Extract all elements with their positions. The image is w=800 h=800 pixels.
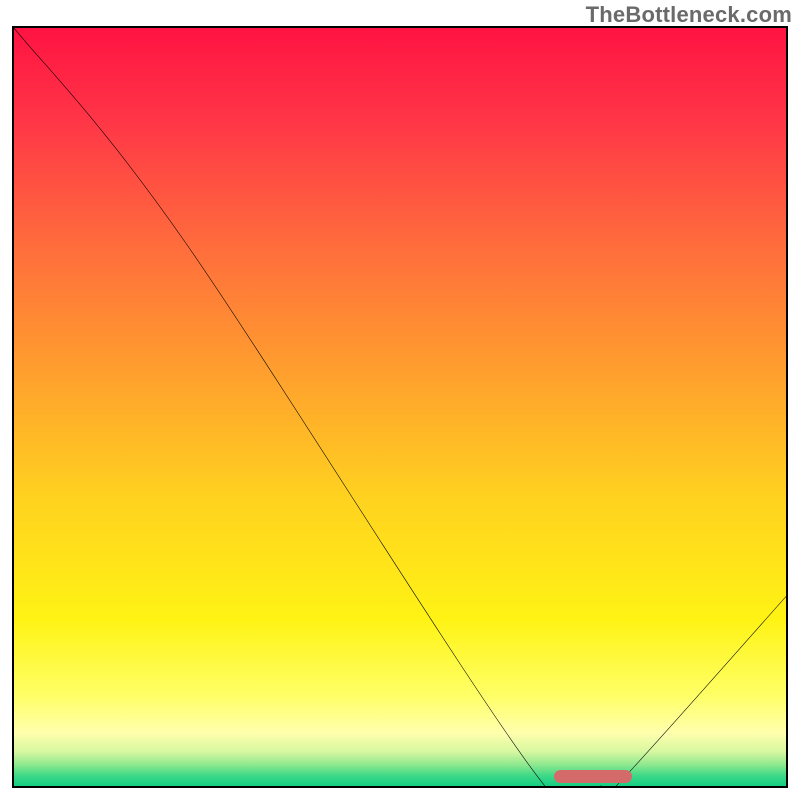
bottleneck-curve	[14, 28, 786, 786]
optimal-range-marker	[554, 770, 631, 783]
chart-inner	[14, 28, 786, 786]
watermark-text: TheBottleneck.com	[586, 2, 792, 28]
curve-layer	[14, 28, 786, 786]
chart-frame	[12, 26, 788, 788]
